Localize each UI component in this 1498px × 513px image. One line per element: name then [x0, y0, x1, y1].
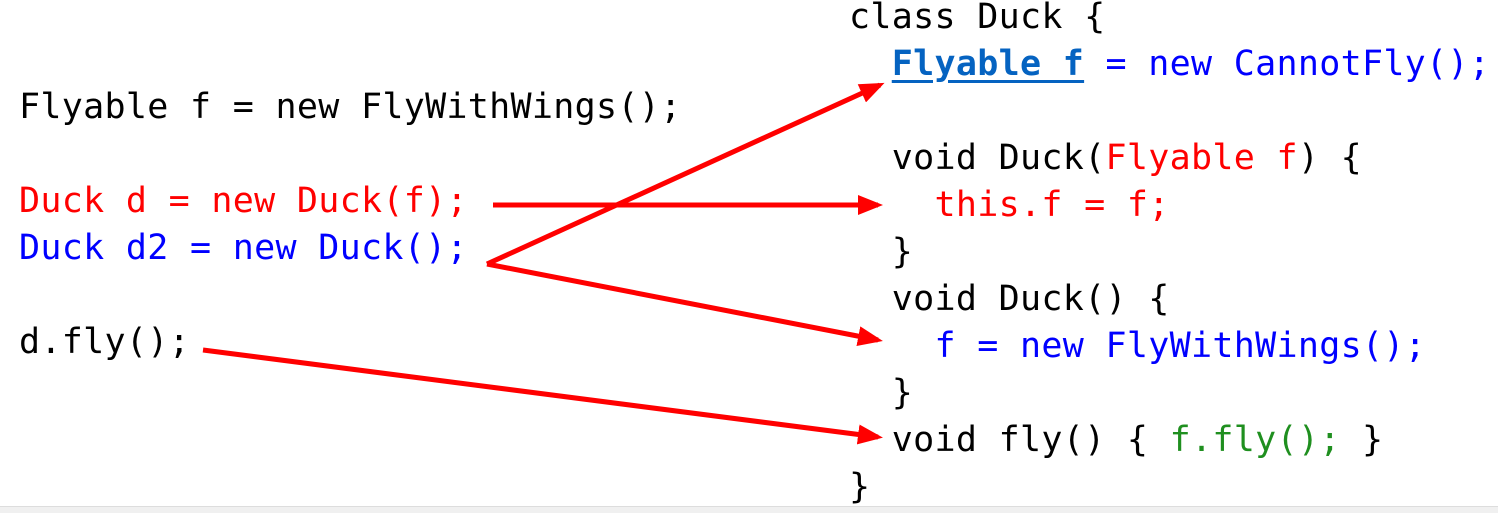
arrow-layer	[202, 82, 885, 445]
arrow-d2-to-ctor2	[486, 261, 883, 347]
bottom-scroll-strip	[0, 506, 1498, 513]
arrow-d2-to-field-init	[485, 82, 885, 267]
arrow-fly-call-to-fly-method	[202, 347, 883, 445]
